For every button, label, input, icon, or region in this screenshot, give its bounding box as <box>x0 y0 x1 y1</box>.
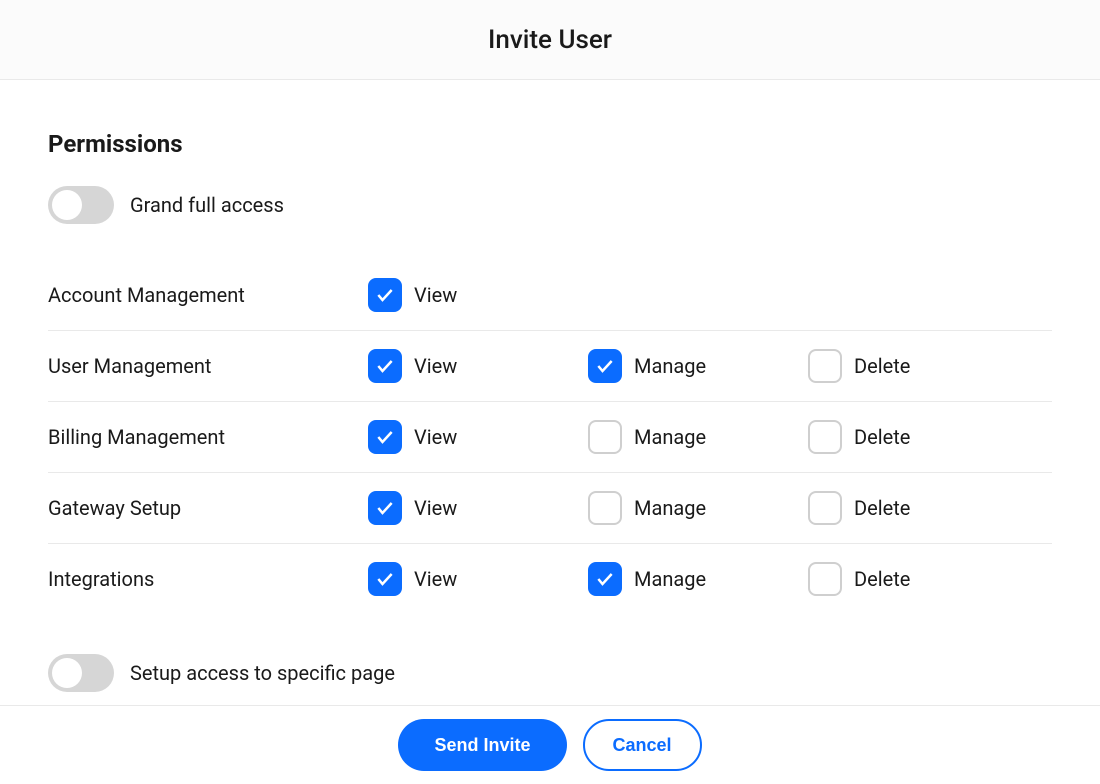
check-icon <box>595 356 615 376</box>
permission-row-gateway-setup: Gateway Setup View Manage Delete <box>48 473 1052 544</box>
specific-page-toggle-label: Setup access to specific page <box>130 661 395 685</box>
modal-header: Invite User <box>0 0 1100 80</box>
manage-label: Manage <box>634 496 706 520</box>
permission-option-delete: Delete <box>808 420 1028 454</box>
permission-option-manage: Manage <box>588 420 808 454</box>
permission-name: Account Management <box>48 283 368 307</box>
send-invite-button[interactable]: Send Invite <box>398 719 566 771</box>
permission-option-manage: Manage <box>588 349 808 383</box>
check-icon <box>375 356 395 376</box>
view-checkbox[interactable] <box>368 420 402 454</box>
permissions-section-title: Permissions <box>48 130 1052 158</box>
manage-label: Manage <box>634 567 706 591</box>
view-checkbox[interactable] <box>368 562 402 596</box>
permission-row-account-management: Account Management View <box>48 260 1052 331</box>
permission-option-delete: Delete <box>808 349 1028 383</box>
modal-title: Invite User <box>488 25 612 55</box>
full-access-toggle-label: Grand full access <box>130 193 284 217</box>
modal-body: Permissions Grand full access Account Ma… <box>0 80 1100 705</box>
check-icon <box>375 285 395 305</box>
permission-row-user-management: User Management View Manage Delete <box>48 331 1052 402</box>
permission-name: Gateway Setup <box>48 496 368 520</box>
check-icon <box>375 427 395 447</box>
view-label: View <box>414 567 457 591</box>
view-label: View <box>414 496 457 520</box>
permission-option-view: View <box>368 349 588 383</box>
manage-label: Manage <box>634 425 706 449</box>
permission-option-delete: Delete <box>808 562 1028 596</box>
toggle-knob <box>52 190 82 220</box>
manage-checkbox[interactable] <box>588 349 622 383</box>
cancel-button[interactable]: Cancel <box>583 719 702 771</box>
permission-option-view: View <box>368 278 588 312</box>
delete-checkbox[interactable] <box>808 349 842 383</box>
permission-option-view: View <box>368 491 588 525</box>
delete-label: Delete <box>854 354 910 378</box>
permission-name: Integrations <box>48 567 368 591</box>
delete-label: Delete <box>854 567 910 591</box>
specific-page-toggle-row: Setup access to specific page <box>48 654 1052 692</box>
delete-label: Delete <box>854 496 910 520</box>
manage-label: Manage <box>634 354 706 378</box>
delete-checkbox[interactable] <box>808 420 842 454</box>
permission-option-manage: Manage <box>588 562 808 596</box>
specific-page-toggle[interactable] <box>48 654 114 692</box>
manage-checkbox[interactable] <box>588 491 622 525</box>
view-label: View <box>414 283 457 307</box>
modal-footer: Send Invite Cancel <box>0 705 1100 784</box>
view-checkbox[interactable] <box>368 491 402 525</box>
permission-name: User Management <box>48 354 368 378</box>
permission-row-integrations: Integrations View Manage Delete <box>48 544 1052 614</box>
view-label: View <box>414 354 457 378</box>
delete-label: Delete <box>854 425 910 449</box>
delete-checkbox[interactable] <box>808 491 842 525</box>
view-checkbox[interactable] <box>368 278 402 312</box>
permission-option-view: View <box>368 562 588 596</box>
permissions-table: Account Management View User Management … <box>48 260 1052 614</box>
check-icon <box>375 569 395 589</box>
full-access-toggle-row: Grand full access <box>48 186 1052 224</box>
view-checkbox[interactable] <box>368 349 402 383</box>
permission-option-manage: Manage <box>588 491 808 525</box>
check-icon <box>595 569 615 589</box>
permission-option-delete: Delete <box>808 491 1028 525</box>
full-access-toggle[interactable] <box>48 186 114 224</box>
view-label: View <box>414 425 457 449</box>
permission-row-billing-management: Billing Management View Manage Delete <box>48 402 1052 473</box>
toggle-knob <box>52 658 82 688</box>
manage-checkbox[interactable] <box>588 420 622 454</box>
permission-name: Billing Management <box>48 425 368 449</box>
manage-checkbox[interactable] <box>588 562 622 596</box>
permission-option-view: View <box>368 420 588 454</box>
delete-checkbox[interactable] <box>808 562 842 596</box>
check-icon <box>375 498 395 518</box>
